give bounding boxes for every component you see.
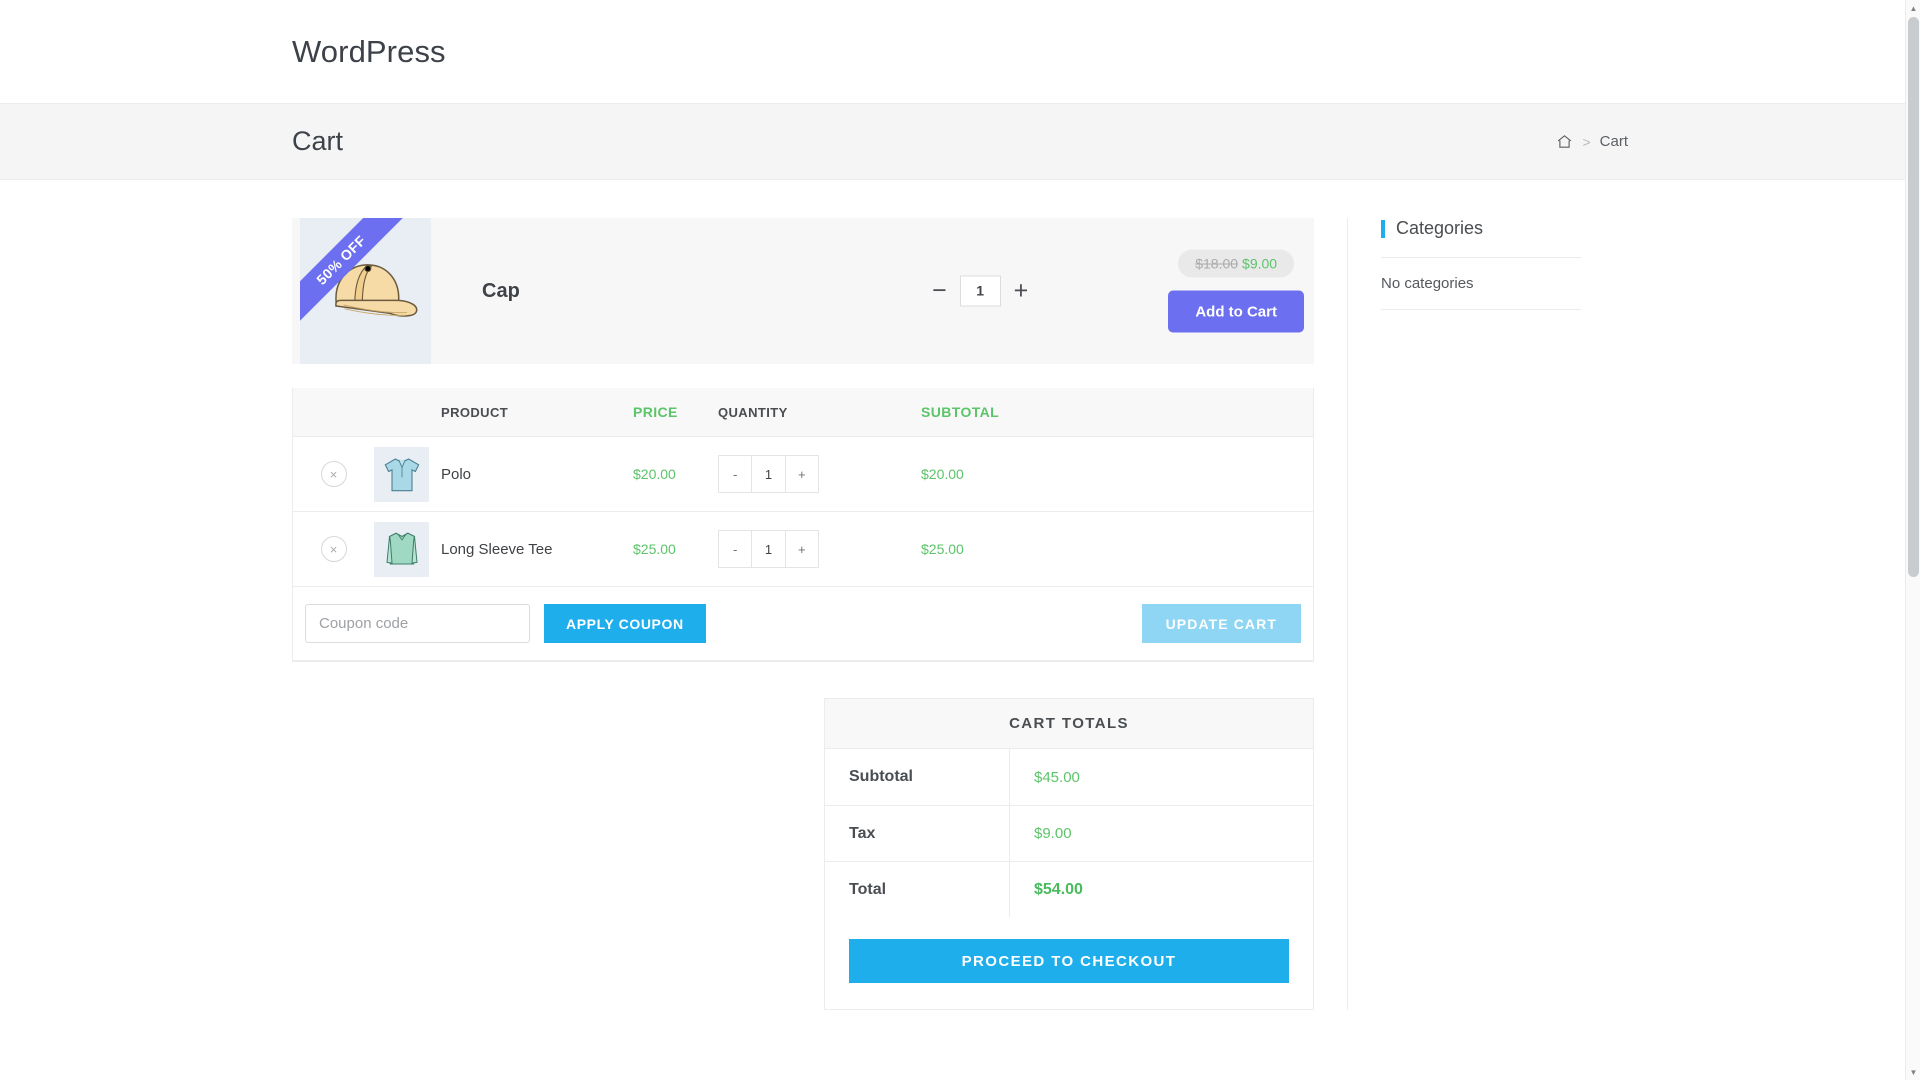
quantity-decrement-button[interactable]: - <box>718 530 753 568</box>
sidebar: Categories No categories <box>1347 218 1581 1010</box>
remove-item-button[interactable]: × <box>320 536 347 562</box>
site-title[interactable]: WordPress <box>292 34 446 70</box>
quantity-input[interactable]: 1 <box>752 455 786 493</box>
totals-row-subtotal: Subtotal $45.00 <box>825 749 1313 805</box>
quantity-input[interactable]: 1 <box>752 530 786 568</box>
quantity-increment-button[interactable]: + <box>785 530 819 568</box>
polo-shirt-icon <box>384 458 419 492</box>
totals-row-tax: Tax $9.00 <box>825 805 1313 861</box>
accent-bar-icon <box>1381 219 1385 238</box>
totals-label: Tax <box>825 806 1010 861</box>
totals-value: $45.00 <box>1034 768 1080 786</box>
breadcrumb-current: Cart <box>1599 133 1628 150</box>
home-icon[interactable] <box>1556 133 1573 150</box>
quantity-increment-button[interactable]: + <box>1014 278 1029 304</box>
product-subtotal: $20.00 <box>921 466 964 482</box>
cart-totals-heading: CART TOTALS <box>825 699 1313 749</box>
featured-product-actions: $18.00 $9.00 Add to Cart <box>1168 249 1304 333</box>
quantity-increment-button[interactable]: + <box>785 455 819 493</box>
totals-label: Total <box>825 862 1010 917</box>
main-column: 50% OFF Cap − 1 + $18.00 $9.00 Add to Car… <box>292 218 1314 1010</box>
featured-product-thumbnail[interactable]: 50% OFF <box>300 218 431 364</box>
quantity-cell: - 1 + <box>718 455 921 493</box>
update-cart-button[interactable]: UPDATE CART <box>1141 604 1301 643</box>
remove-cell: × <box>293 461 374 487</box>
remove-item-button[interactable]: × <box>320 461 347 487</box>
quantity-stepper: - 1 + <box>718 530 819 568</box>
cart-totals: CART TOTALS Subtotal $45.00 Tax $9.00 To… <box>824 698 1314 1010</box>
product-price: $25.00 <box>633 541 676 557</box>
header-quantity: QUANTITY <box>718 404 788 420</box>
page-root: WordPress Cart > Cart 50% OFF Cap − 1 + … <box>0 0 1920 1080</box>
featured-quantity-stepper: − 1 + <box>932 275 1029 307</box>
scroll-up-arrow-icon[interactable]: ▲ <box>1906 0 1920 16</box>
cart-table: PRODUCT PRICE QUANTITY SUBTOTAL × Polo $… <box>292 388 1314 662</box>
product-name[interactable]: Polo <box>441 466 633 483</box>
apply-coupon-button[interactable]: APPLY COUPON <box>544 604 706 643</box>
scrollbar-thumb[interactable] <box>1908 17 1919 577</box>
thumbnail-cell <box>374 521 441 577</box>
quantity-stepper: - 1 + <box>718 455 819 493</box>
totals-value: $9.00 <box>1034 825 1072 842</box>
breadcrumb-separator: > <box>1582 133 1591 150</box>
long-sleeve-tee-icon <box>385 532 418 565</box>
quantity-cell: - 1 + <box>718 530 921 568</box>
thumbnail-cell <box>374 446 441 502</box>
table-row: × Long Sleeve Tee $25.00 - 1 + $25.00 <box>293 512 1313 587</box>
product-subtotal: $25.00 <box>921 541 964 557</box>
add-to-cart-button[interactable]: Add to Cart <box>1168 290 1304 333</box>
checkout-button-wrapper: PROCEED TO CHECKOUT <box>825 917 1313 1009</box>
content-area: 50% OFF Cap − 1 + $18.00 $9.00 Add to Car… <box>0 180 1920 1010</box>
proceed-to-checkout-button[interactable]: PROCEED TO CHECKOUT <box>849 939 1289 983</box>
totals-row-total: Total $54.00 <box>825 861 1313 917</box>
site-header: WordPress <box>0 0 1920 104</box>
quantity-decrement-button[interactable]: - <box>718 455 753 493</box>
header-price: PRICE <box>633 404 678 420</box>
widget-title-label: Categories <box>1396 218 1484 238</box>
coupon-input[interactable] <box>305 604 530 643</box>
featured-product-name: Cap <box>482 279 520 302</box>
price-original: $18.00 <box>1195 255 1239 272</box>
remove-cell: × <box>293 536 374 562</box>
product-name[interactable]: Long Sleeve Tee <box>441 541 633 558</box>
featured-product: 50% OFF Cap − 1 + $18.00 $9.00 Add to Car… <box>292 218 1314 364</box>
header-subtotal: SUBTOTAL <box>921 404 1000 420</box>
cart-totals-wrapper: CART TOTALS Subtotal $45.00 Tax $9.00 To… <box>292 698 1314 1010</box>
page-title: Cart <box>292 126 344 156</box>
price-sale: $9.00 <box>1242 255 1278 272</box>
product-thumbnail[interactable] <box>374 446 429 502</box>
page-scrollbar[interactable]: ▲ ▼ <box>1905 0 1920 1080</box>
header-product: PRODUCT <box>441 404 509 420</box>
quantity-decrement-button[interactable]: − <box>932 278 947 304</box>
quantity-input[interactable]: 1 <box>959 275 1001 307</box>
table-row: × Polo $20.00 - 1 + $20.00 <box>293 437 1313 512</box>
widget-title-categories: Categories <box>1381 218 1581 258</box>
featured-price-badge: $18.00 $9.00 <box>1178 249 1295 278</box>
coupon-row: APPLY COUPON UPDATE CART <box>293 587 1313 661</box>
product-thumbnail[interactable] <box>374 521 429 577</box>
scroll-down-arrow-icon[interactable]: ▼ <box>1906 1064 1920 1080</box>
list-item: No categories <box>1381 258 1581 310</box>
cart-table-header: PRODUCT PRICE QUANTITY SUBTOTAL <box>293 388 1313 437</box>
product-price: $20.00 <box>633 466 676 482</box>
breadcrumb: > Cart <box>1556 133 1628 150</box>
page-title-bar: Cart > Cart <box>0 104 1920 180</box>
cap-icon <box>334 264 417 317</box>
totals-label: Subtotal <box>825 749 1010 805</box>
totals-value: $54.00 <box>1034 880 1083 898</box>
